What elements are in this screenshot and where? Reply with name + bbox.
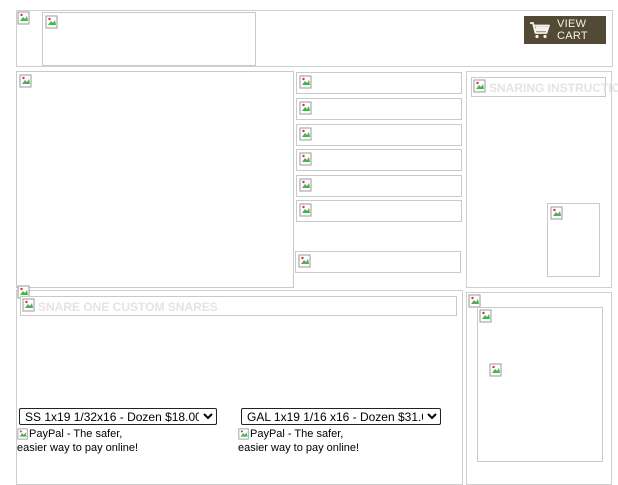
product-panel: SNARE ONE CUSTOM SNARES SS 1x19 1/32x16 …	[16, 285, 463, 485]
paypal-alt-text-line1: PayPal - The safer,	[29, 428, 123, 440]
nav-image-button-4[interactable]	[296, 149, 462, 171]
broken-image-icon	[299, 152, 312, 166]
instructions-title: SNARING INSTRUCTION	[489, 81, 618, 95]
nav-image-button-6[interactable]	[296, 200, 462, 222]
instructions-panel: SNARING INSTRUCTION	[466, 71, 618, 288]
header-bar: VIEW CART	[16, 10, 613, 67]
paypal-alt-text-line2: easier way to pay online!	[238, 442, 360, 454]
broken-image-icon	[299, 75, 312, 89]
broken-image-icon	[550, 206, 563, 220]
broken-image-icon	[17, 11, 30, 25]
broken-image-icon	[238, 428, 250, 440]
broken-image-icon	[22, 298, 35, 312]
broken-image-icon	[489, 363, 502, 377]
right-product-select[interactable]: GAL 1x19 1/16 x16 - Dozen $31.00 USD	[241, 408, 441, 425]
product-title-image: SNARE ONE CUSTOM SNARES	[20, 296, 457, 316]
cart-icon	[529, 21, 551, 39]
broken-image-icon	[299, 203, 312, 217]
right-paypal-button[interactable]: PayPal - The safer, easier way to pay on…	[238, 427, 359, 455]
broken-image-icon	[17, 428, 29, 440]
nav-image-button-1[interactable]	[296, 72, 462, 94]
side-promo-image[interactable]	[477, 307, 603, 462]
nav-image-button-7[interactable]	[295, 251, 461, 273]
instructions-title-image: SNARING INSTRUCTION	[471, 77, 618, 97]
left-paypal-button[interactable]: PayPal - The safer, easier way to pay on…	[17, 427, 138, 455]
instructions-thumbnail[interactable]	[547, 203, 600, 277]
broken-image-icon	[19, 74, 32, 88]
header-icon-image	[17, 11, 33, 27]
side-promo-panel	[466, 292, 612, 485]
broken-image-icon	[479, 309, 492, 323]
view-cart-label: VIEW CART	[557, 18, 588, 42]
left-product-select[interactable]: SS 1x19 1/32x16 - Dozen $18.00 USD	[19, 408, 217, 425]
broken-image-icon	[45, 15, 58, 29]
broken-image-icon	[299, 101, 312, 115]
broken-image-icon	[473, 79, 486, 93]
broken-image-icon	[298, 254, 311, 268]
broken-image-icon	[299, 178, 312, 192]
product-title: SNARE ONE CUSTOM SNARES	[38, 300, 218, 314]
broken-image-icon	[468, 294, 481, 308]
nav-image-button-2[interactable]	[296, 98, 462, 120]
nav-image-button-5[interactable]	[296, 175, 462, 197]
nav-image-button-3[interactable]	[296, 124, 462, 146]
paypal-alt-text-line1: PayPal - The safer,	[250, 428, 344, 440]
site-logo[interactable]	[42, 12, 256, 66]
paypal-alt-text-line2: easier way to pay online!	[17, 442, 139, 454]
broken-image-icon	[299, 127, 312, 141]
view-cart-button[interactable]: VIEW CART	[524, 16, 606, 44]
main-feature-image	[16, 71, 294, 288]
